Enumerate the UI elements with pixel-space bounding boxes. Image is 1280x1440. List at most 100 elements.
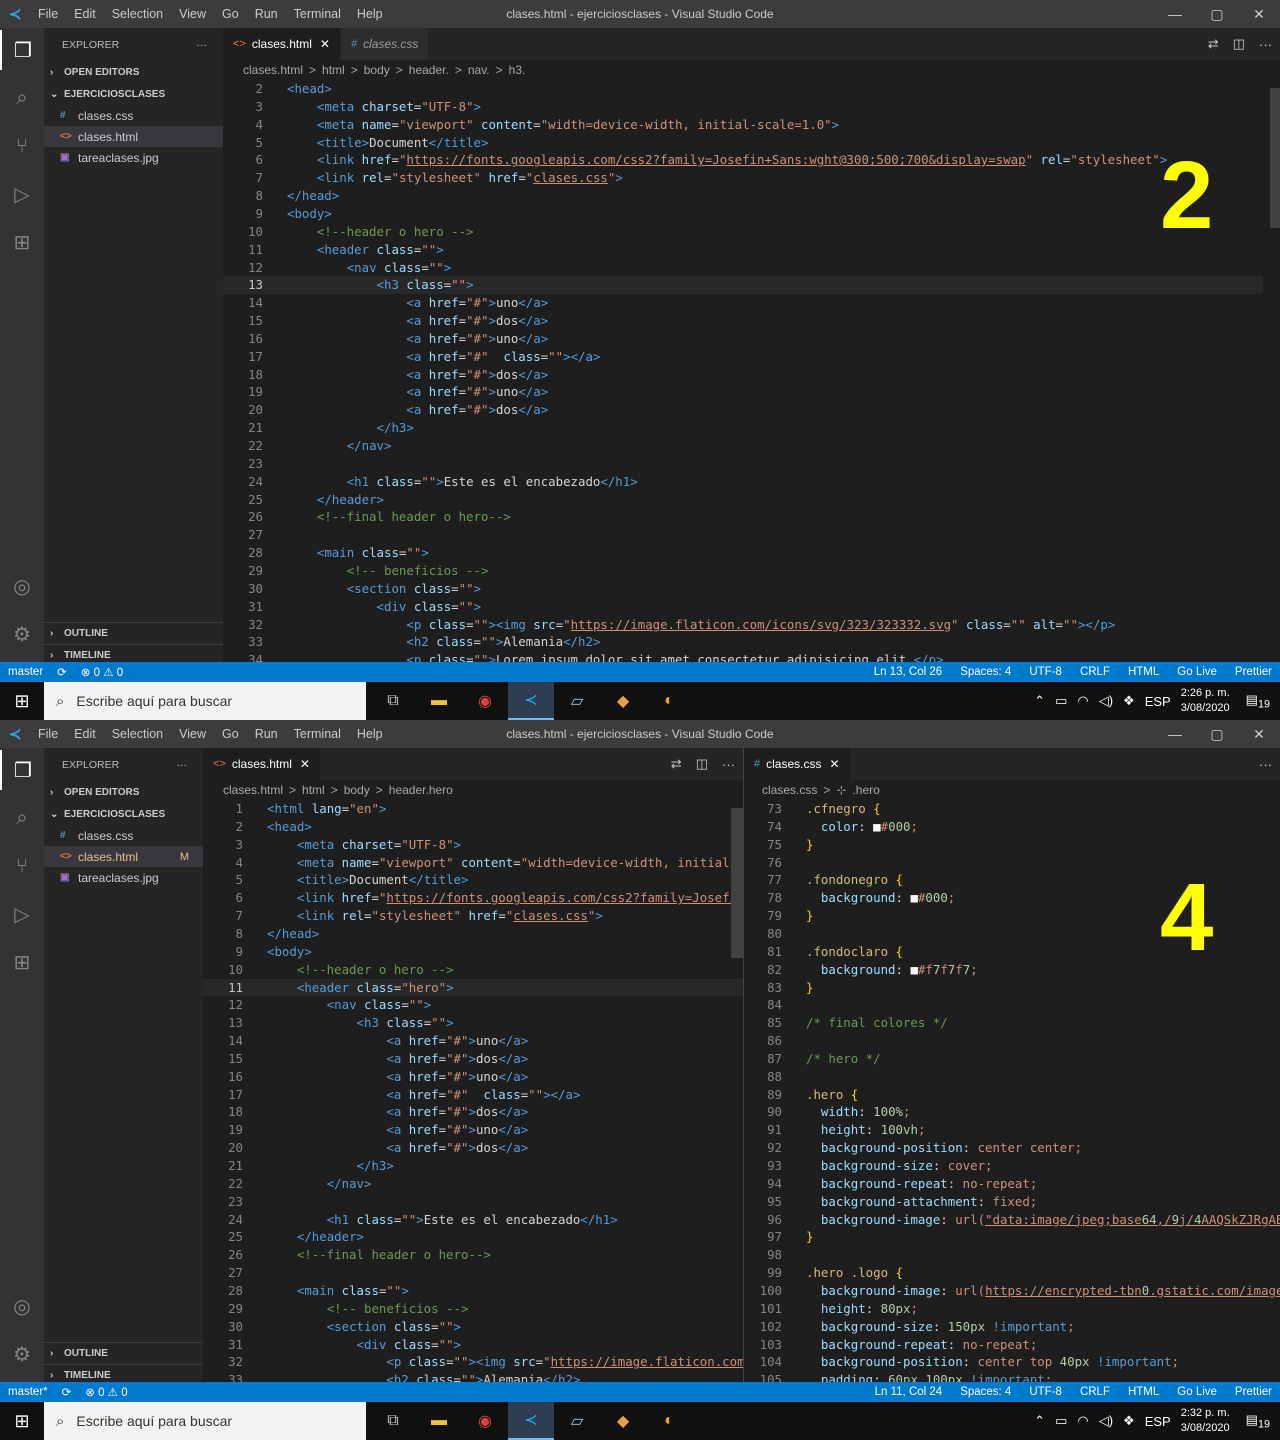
notification-icon[interactable]: ▤19 — [1246, 692, 1270, 711]
menu-item-file[interactable]: File — [30, 7, 66, 21]
file-item-clases-html[interactable]: <> clases.html — [44, 126, 223, 147]
status-item[interactable]: Go Live — [1177, 1386, 1217, 1398]
windows-start-icon[interactable]: ⊞ — [0, 1411, 44, 1432]
code-line[interactable]: 23 — [203, 1193, 743, 1211]
code-line[interactable]: 9 <body> — [223, 205, 1263, 223]
run-debug-icon[interactable]: ▷ — [0, 894, 44, 934]
file-item-clases-css[interactable]: # clases.css — [44, 825, 203, 846]
editor-scrollbar[interactable] — [1270, 88, 1280, 228]
dropbox-icon[interactable]: ❖ — [1123, 693, 1135, 709]
code-line[interactable]: 15 <a href="#">dos</a> — [203, 1050, 743, 1068]
wifi-icon[interactable]: ◠ — [1077, 1413, 1088, 1429]
code-line[interactable]: 33 <h2 class="">Alemania</h2> — [203, 1371, 743, 1382]
menu-item-go[interactable]: Go — [214, 727, 247, 741]
code-line[interactable]: 24 <h1 class="">Este es el encabezado</h… — [223, 473, 1263, 491]
code-line[interactable]: 20 <a href="#">dos</a> — [203, 1139, 743, 1157]
minimize-button[interactable]: — — [1154, 720, 1196, 748]
notification-icon[interactable]: ▤19 — [1246, 1412, 1270, 1431]
menu-item-terminal[interactable]: Terminal — [286, 7, 349, 21]
code-line[interactable]: 3 <meta charset="UTF-8"> — [223, 98, 1263, 116]
outline-section[interactable]: › OUTLINE — [44, 622, 223, 644]
editor-scrollbar[interactable] — [731, 808, 743, 958]
code-line[interactable]: 10 <!--header o hero --> — [203, 961, 743, 979]
git-branch[interactable]: master* — [8, 1386, 48, 1398]
code-line[interactable]: 11 <header class="hero"> — [203, 978, 743, 997]
problems-indicator[interactable]: ⊗ 0 ⚠ 0 — [85, 1385, 127, 1399]
code-line[interactable]: 2 <head> — [203, 818, 743, 836]
code-line[interactable]: 74 color: ■#000; — [744, 818, 1280, 836]
search-icon[interactable]: ⌕ — [0, 798, 44, 838]
git-branch[interactable]: master — [8, 666, 43, 678]
code-line[interactable]: 11 <header class=""> — [223, 241, 1263, 259]
code-line[interactable]: 31 <div class=""> — [223, 598, 1263, 616]
file-explorer-icon[interactable]: ▬ — [416, 682, 462, 720]
code-line[interactable]: 86 — [744, 1032, 1280, 1050]
windows-start-icon[interactable]: ⊞ — [0, 691, 44, 712]
code-line[interactable]: 29 <!-- beneficios --> — [223, 562, 1263, 580]
code-line[interactable]: 26 <!--final header o hero--> — [223, 508, 1263, 526]
code-line[interactable]: 22 </nav> — [223, 437, 1263, 455]
breadcrumb-item[interactable]: .hero — [852, 783, 879, 797]
code-line[interactable]: 73 .cfnegro { — [744, 800, 1280, 818]
vscode-taskbar-icon[interactable]: ≺ — [508, 1402, 554, 1440]
task-view-icon[interactable]: ⧉ — [370, 682, 416, 720]
battery-icon[interactable]: ▭ — [1055, 693, 1067, 709]
breadcrumb-item[interactable]: clases.css — [762, 783, 817, 797]
code-line[interactable]: 30 <section class=""> — [223, 580, 1263, 598]
breadcrumb-item[interactable]: body — [364, 63, 390, 77]
breadcrumb-item[interactable]: h3. — [509, 63, 526, 77]
code-line[interactable]: 101 height: 80px; — [744, 1300, 1280, 1318]
breadcrumb-item[interactable]: html — [322, 63, 345, 77]
code-line[interactable]: 28 <main class=""> — [223, 544, 1263, 562]
code-line[interactable]: 18 <a href="#">dos</a> — [223, 366, 1263, 384]
menu-item-help[interactable]: Help — [349, 727, 391, 741]
status-item[interactable]: HTML — [1128, 666, 1159, 678]
settings-gear-icon[interactable]: ⚙ — [0, 1334, 44, 1374]
status-item[interactable]: Prettier — [1235, 1386, 1272, 1398]
tab-clases-css[interactable]: # clases.css ✕ — [744, 748, 851, 780]
code-editor[interactable]: 2 <head> 3 <meta charset="UTF-8"> 4 <meta n… — [223, 80, 1263, 662]
status-item[interactable]: Prettier — [1235, 666, 1272, 678]
menu-item-edit[interactable]: Edit — [66, 727, 104, 741]
code-line[interactable]: 32 <p class=""><img src="https://image.f… — [203, 1353, 743, 1371]
code-line[interactable]: 84 — [744, 996, 1280, 1014]
code-line[interactable]: 100 background-image: url(https://encryp… — [744, 1282, 1280, 1300]
menu-item-edit[interactable]: Edit — [66, 7, 104, 21]
code-line[interactable]: 1 <html lang="en"> — [203, 800, 743, 818]
code-line[interactable]: 83} — [744, 979, 1280, 997]
code-line[interactable]: 92 background-position: center center; — [744, 1139, 1280, 1157]
code-line[interactable]: 22 </nav> — [203, 1175, 743, 1193]
status-item[interactable]: UTF-8 — [1029, 666, 1062, 678]
code-line[interactable]: 10 <!--header o hero --> — [223, 223, 1263, 241]
code-line[interactable]: 27 — [223, 526, 1263, 544]
breadcrumb-item[interactable]: header.hero — [389, 783, 453, 797]
code-line[interactable]: 93 background-size: cover; — [744, 1157, 1280, 1175]
code-line[interactable]: 102 background-size: 150px !important; — [744, 1318, 1280, 1336]
app-icon[interactable]: ◐ — [646, 1402, 692, 1440]
open-editors-section[interactable]: › OPEN EDITORS — [44, 61, 223, 83]
code-line[interactable]: 8 </head> — [223, 187, 1263, 205]
code-line[interactable]: 98 — [744, 1246, 1280, 1264]
menu-item-selection[interactable]: Selection — [104, 727, 171, 741]
more-actions-icon[interactable]: ··· — [1259, 37, 1272, 52]
status-item[interactable]: HTML — [1128, 1386, 1159, 1398]
menu-item-terminal[interactable]: Terminal — [286, 727, 349, 741]
close-button[interactable]: ✕ — [1238, 0, 1280, 28]
app-icon[interactable]: ◐ — [646, 682, 692, 720]
outline-section[interactable]: › OUTLINE — [44, 1342, 203, 1364]
code-line[interactable]: 21 </h3> — [223, 419, 1263, 437]
breadcrumb-item[interactable]: nav. — [468, 63, 490, 77]
tab-clases-html[interactable]: <> clases.html ✕ — [223, 28, 341, 60]
code-line[interactable]: 26 <!--final header o hero--> — [203, 1246, 743, 1264]
timeline-section[interactable]: › TIMELINE — [44, 1364, 203, 1382]
explorer-icon[interactable]: ❐ — [0, 30, 44, 70]
code-line[interactable]: 16 <a href="#">uno</a> — [223, 330, 1263, 348]
folder-section[interactable]: ⌄ EJERCICIOSCLASES — [44, 83, 223, 105]
code-line[interactable]: 13 <h3 class=""> — [223, 276, 1263, 295]
code-editor-html[interactable]: 1 <html lang="en"> 2 <head> 3 <meta charset=… — [203, 800, 743, 1382]
code-line[interactable]: 9 <body> — [203, 943, 743, 961]
problems-indicator[interactable]: ⊗ 0 ⚠ 0 — [81, 665, 123, 679]
code-line[interactable]: 6 <link href="https://fonts.googleapis.c… — [223, 151, 1263, 169]
language-indicator[interactable]: ESP — [1145, 1414, 1171, 1429]
code-line[interactable]: 85 /* final colores */ — [744, 1014, 1280, 1032]
